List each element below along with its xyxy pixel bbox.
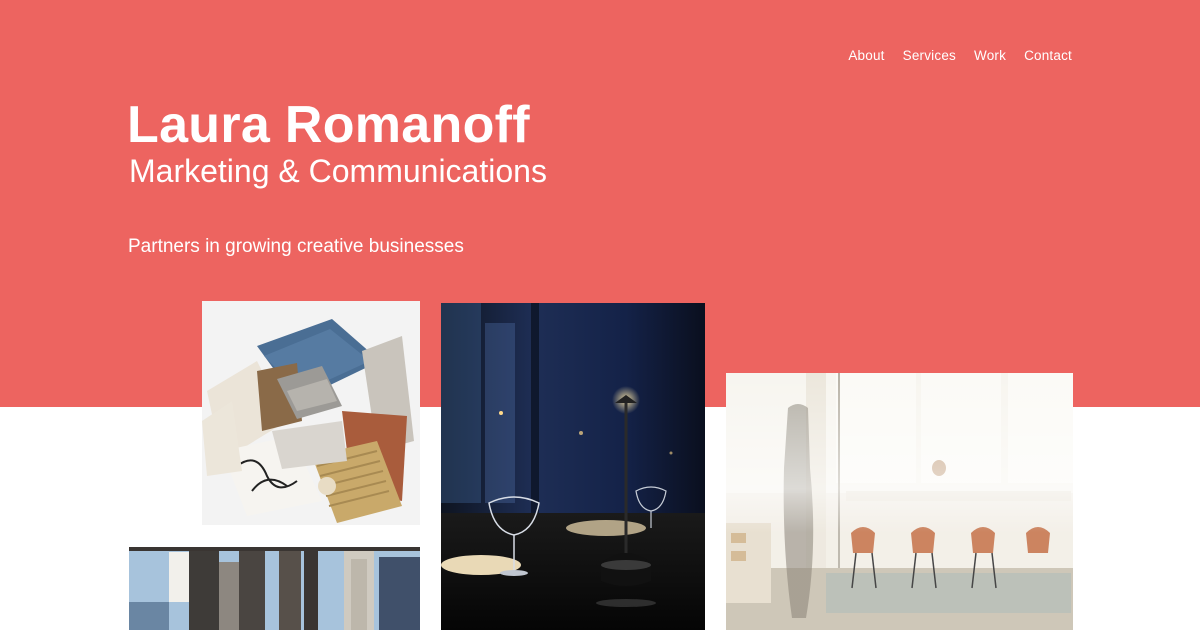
nav-work-link[interactable]: Work (974, 48, 1006, 63)
architecture-photo[interactable] (129, 547, 420, 630)
materials-samples-photo[interactable] (202, 301, 420, 525)
nav-services-link[interactable]: Services (903, 48, 956, 63)
nav-contact-link[interactable]: Contact (1024, 48, 1072, 63)
restaurant-photo[interactable] (441, 303, 705, 630)
hero-tagline: Partners in growing creative businesses (128, 236, 464, 257)
office-photo[interactable] (726, 373, 1073, 630)
main-nav: About Services Work Contact (848, 48, 1072, 63)
brand-name[interactable]: Laura Romanoff (127, 99, 530, 151)
brand-subtitle: Marketing & Communications (129, 153, 547, 189)
nav-about-link[interactable]: About (848, 48, 884, 63)
